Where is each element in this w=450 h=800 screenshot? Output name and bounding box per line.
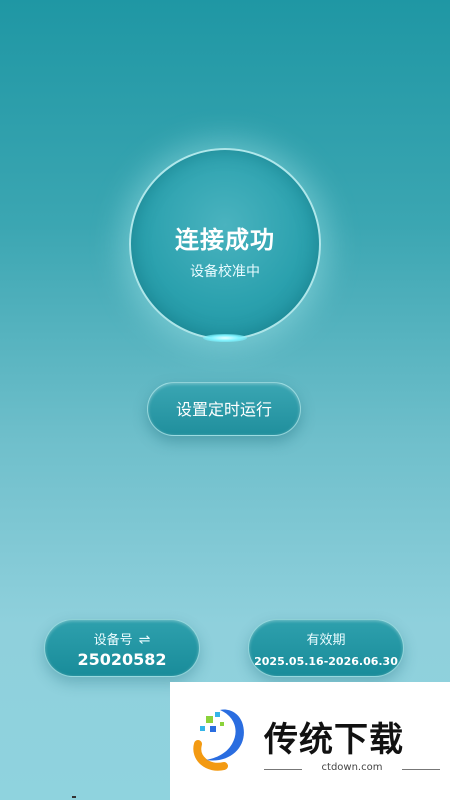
set-timer-button[interactable]: 设置定时运行 — [147, 382, 301, 436]
watermark-url-row: ctdown.com — [264, 762, 440, 776]
status-title: 连接成功 — [175, 226, 275, 254]
url-divider-right — [402, 769, 440, 770]
watermark-brand: 传统下载 — [264, 720, 404, 760]
status-subtitle: 设备校准中 — [190, 264, 260, 280]
connection-status-circle: 连接成功 设备校准中 — [129, 148, 321, 342]
validity-label: 有效期 — [306, 633, 346, 648]
device-number-value: 25020582 — [77, 650, 167, 669]
watermark-url: ctdown.com — [321, 762, 383, 773]
status-glow-indicator — [203, 334, 247, 342]
app-screen: 连接成功 设备校准中 设置定时运行 设备号 ⇌ 25020582 有效期 2025… — [0, 0, 450, 800]
validity-value: 2025.05.16-2026.06.30 — [254, 655, 398, 668]
corner-mark — [72, 796, 76, 798]
device-number-label: 设备号 — [93, 633, 133, 648]
validity-card: 有效期 2025.05.16-2026.06.30 — [248, 619, 404, 677]
swap-icon[interactable]: ⇌ — [139, 632, 151, 648]
brand-logo-icon — [193, 709, 244, 771]
watermark-overlay: 传统下载 ctdown.com — [170, 682, 450, 800]
device-number-card[interactable]: 设备号 ⇌ 25020582 — [44, 619, 200, 677]
